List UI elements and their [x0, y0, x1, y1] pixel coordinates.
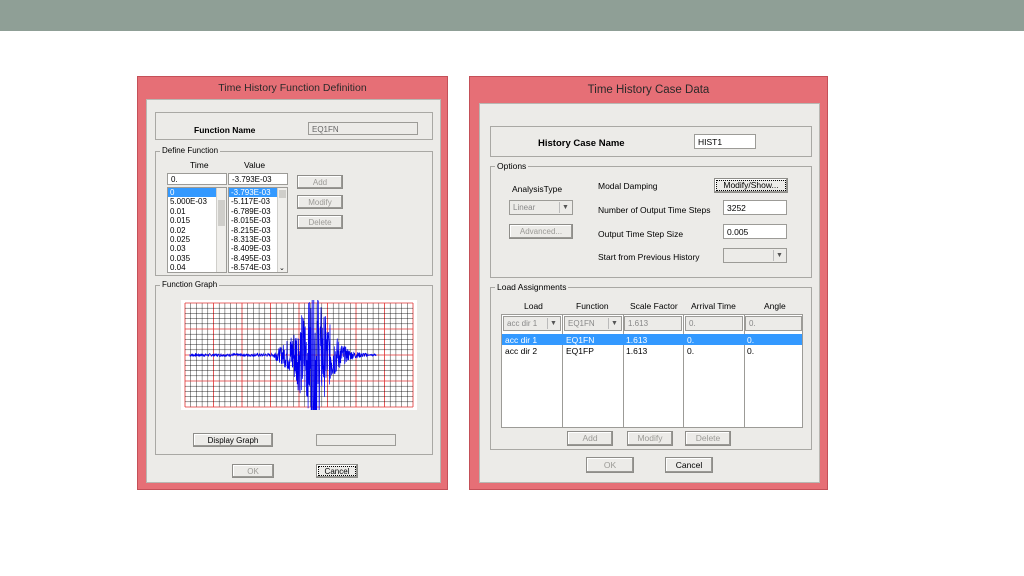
chevron-down-icon[interactable]: ▼	[547, 318, 559, 329]
row-arrival-time: 0.	[687, 335, 695, 345]
analysis-type-select[interactable]: Linear ▼	[509, 200, 573, 215]
value-column-header: Value	[244, 160, 266, 170]
time-column-header: Time	[190, 160, 209, 170]
col-divider	[744, 315, 745, 427]
chevron-down-icon[interactable]: ▼	[608, 318, 620, 329]
row-function: EQ1FN	[566, 335, 595, 345]
load-header: Load	[524, 301, 543, 311]
row-scale-factor: 1.613	[626, 335, 648, 345]
edit-function-value: EQ1FN	[568, 319, 595, 328]
table-row[interactable]: acc dir 2 EQ1FP 1.613 0. 0.	[502, 345, 802, 356]
time-history-case-dialog: Time History Case Data History Case Name…	[469, 76, 828, 490]
analysis-type-value: Linear	[513, 203, 536, 212]
add-point-button[interactable]: Add	[297, 175, 343, 189]
modal-damping-label: Modal Damping	[598, 181, 658, 191]
define-function-label: Define Function	[160, 145, 221, 157]
history-case-field[interactable]: HIST1	[694, 134, 756, 149]
cancel-button[interactable]: Cancel	[316, 464, 358, 478]
function-name-box: Function Name EQ1FN	[155, 112, 433, 140]
delete-load-button[interactable]: Delete	[685, 431, 731, 446]
col-divider	[562, 315, 563, 427]
modify-show-button[interactable]: Modify/Show...	[714, 178, 788, 193]
row-load: acc dir 1	[505, 335, 538, 345]
cancel-button[interactable]: Cancel	[665, 457, 713, 473]
value-list[interactable]: -3.793E-03 -5.117E-03 -6.789E-03 -8.015E-03…	[228, 187, 288, 273]
dialog-title: Time History Function Definition	[218, 82, 367, 94]
advanced-button[interactable]: Advanced...	[509, 224, 573, 239]
modify-load-button[interactable]: Modify	[627, 431, 673, 446]
edit-load-select[interactable]: acc dir 1 ▼	[503, 316, 561, 331]
load-assignments-group: Load Assignments Load Function Scale Fac…	[490, 281, 812, 450]
function-graph-label: Function Graph	[160, 279, 220, 291]
add-load-button[interactable]: Add	[567, 431, 613, 446]
edit-function-select[interactable]: EQ1FN ▼	[564, 316, 622, 331]
chevron-down-icon[interactable]: ▼	[773, 250, 785, 261]
time-list[interactable]: 0 5.000E-03 0.01 0.015 0.02 0.025 0.03 0.035 0.0…	[167, 187, 227, 273]
row-function: EQ1FP	[566, 346, 594, 356]
scale-factor-header: Scale Factor	[630, 301, 678, 311]
edit-angle-field[interactable]: 0.	[745, 316, 802, 331]
num-output-steps-field[interactable]: 3252	[723, 200, 787, 215]
angle-header: Angle	[764, 301, 786, 311]
num-output-steps-label: Number of Output Time Steps	[598, 205, 711, 215]
output-step-size-label: Output Time Step Size	[598, 229, 684, 239]
table-row[interactable]: acc dir 1 EQ1FN 1.613 0. 0.	[502, 334, 802, 345]
value-input[interactable]: -3.793E-03	[228, 173, 288, 185]
row-load: acc dir 2	[505, 346, 538, 356]
output-step-size-field[interactable]: 0.005	[723, 224, 787, 239]
analysis-type-label: AnalysisType	[512, 184, 563, 194]
row-angle: 0.	[747, 335, 755, 345]
dialog-title: Time History Case Data	[587, 84, 710, 96]
value-list-scrollbar[interactable]: ⌄	[277, 188, 287, 272]
row-arrival-time: 0.	[687, 346, 695, 356]
modify-point-button[interactable]: Modify	[297, 195, 343, 209]
history-case-box: History Case Name HIST1	[490, 126, 812, 157]
dialog-body: Function Name EQ1FN Define Function Time…	[146, 99, 441, 483]
row-scale-factor: 1.613	[626, 346, 648, 356]
options-label: Options	[495, 160, 529, 172]
load-assignments-table[interactable]: acc dir 1 ▼ EQ1FN ▼ 1.613 0. 0. acc dir …	[501, 314, 803, 428]
edit-arrival-time-field[interactable]: 0.	[685, 316, 743, 331]
dialog-body: History Case Name HIST1 Options Analysis…	[479, 103, 820, 483]
function-header: Function	[576, 301, 609, 311]
function-trace	[189, 300, 377, 410]
display-graph-button[interactable]: Display Graph	[193, 433, 273, 447]
load-assignments-label: Load Assignments	[495, 281, 569, 293]
start-prev-history-label: Start from Previous History	[598, 252, 700, 262]
arrival-time-header: Arrival Time	[691, 301, 736, 311]
edit-scale-factor-field[interactable]: 1.613	[624, 316, 682, 331]
graph-readout-field	[316, 434, 396, 446]
delete-point-button[interactable]: Delete	[297, 215, 343, 229]
function-graph	[181, 300, 417, 410]
start-prev-history-select[interactable]: ▼	[723, 248, 787, 263]
chevron-down-icon[interactable]: ▼	[559, 202, 571, 213]
time-history-function-dialog: Time History Function Definition Functio…	[137, 76, 448, 490]
edit-load-value: acc dir 1	[507, 319, 538, 328]
slide-top-bar	[0, 0, 1024, 31]
col-divider	[623, 315, 624, 427]
history-case-label: History Case Name	[538, 138, 625, 149]
time-input[interactable]: 0.	[167, 173, 227, 185]
ok-button[interactable]: OK	[232, 464, 274, 478]
function-name-field: EQ1FN	[308, 122, 418, 135]
define-function-group: Define Function Time Value 0. -3.793E-03…	[155, 145, 433, 276]
ok-button[interactable]: OK	[586, 457, 634, 473]
function-graph-group: Function Graph Display Graph	[155, 279, 433, 455]
function-name-label: Function Name	[194, 125, 256, 135]
time-list-scrollbar[interactable]	[216, 188, 226, 272]
col-divider	[683, 315, 684, 427]
options-group: Options AnalysisType Linear ▼ Advanced..…	[490, 160, 812, 278]
row-angle: 0.	[747, 346, 755, 356]
chevron-down-icon[interactable]: ⌄	[279, 264, 285, 272]
